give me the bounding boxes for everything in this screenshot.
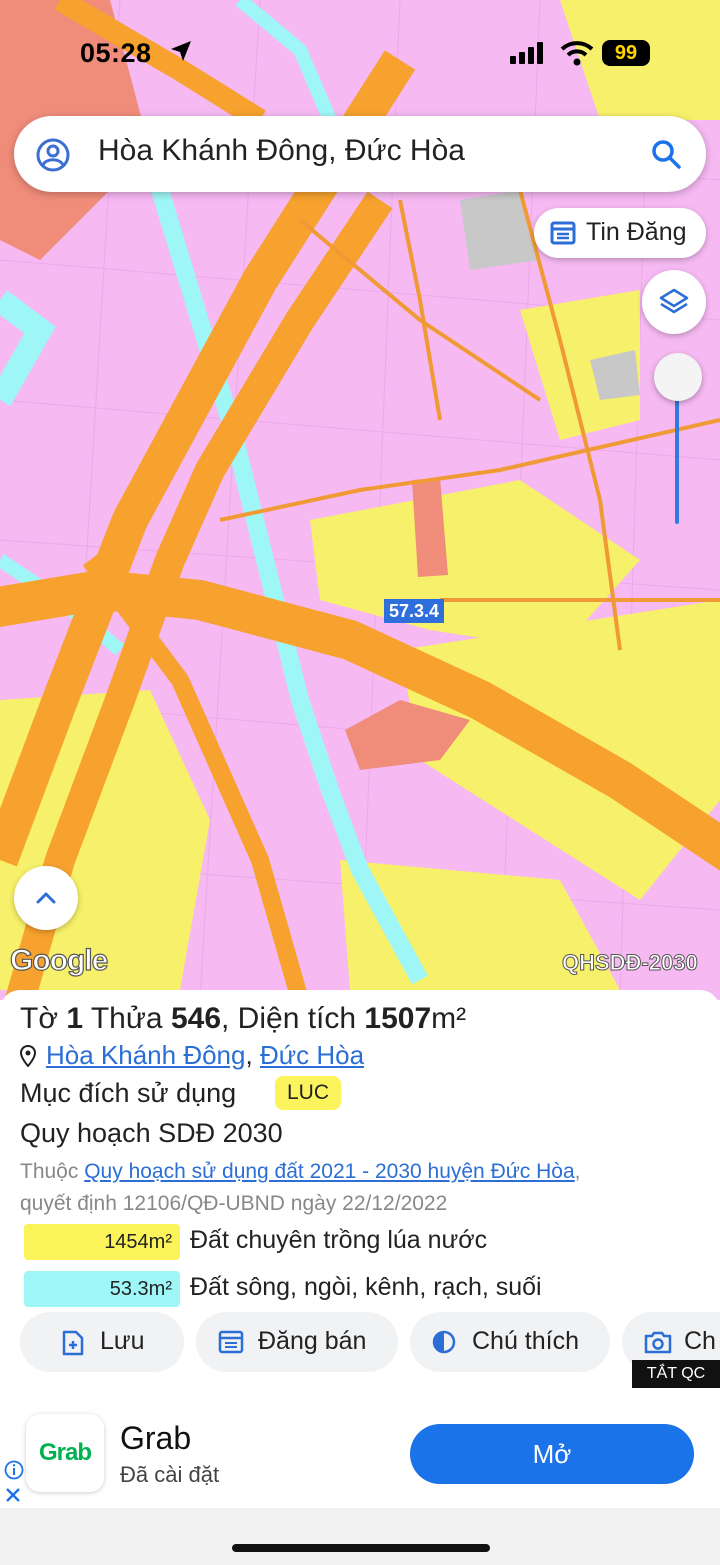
location-arrow-icon: [171, 41, 191, 61]
land-use-purpose-label: Mục đích sử dụng: [20, 1078, 237, 1108]
usage-row: 1454m² Đất chuyên trồng lúa nước: [24, 1224, 714, 1264]
camera-icon: [644, 1331, 672, 1354]
chevron-up-icon: [36, 892, 56, 904]
plan-desc-suffix: ,: [574, 1160, 581, 1183]
district-link[interactable]: Đức Hòa: [260, 1040, 364, 1070]
cellular-signal-icon: [510, 42, 543, 64]
listings-button[interactable]: Tin Đăng: [534, 208, 706, 258]
plan-desc-prefix: Thuộc: [20, 1160, 79, 1183]
plot-number: 546: [170, 1002, 222, 1035]
save-label: Lưu: [100, 1327, 145, 1355]
plot-label: Thửa: [90, 1002, 163, 1035]
layers-icon: [659, 288, 689, 314]
camera-label: Ch: [684, 1327, 716, 1355]
home-indicator-area: [0, 1508, 720, 1565]
search-icon[interactable]: [650, 138, 682, 170]
user-profile-icon[interactable]: [36, 138, 70, 172]
sheet-number: 1: [66, 1002, 84, 1035]
parcel-location: Hòa Khánh Đông, Đức Hòa: [19, 1040, 364, 1071]
location-separator: ,: [245, 1040, 253, 1070]
ad-info-icon[interactable]: [4, 1460, 24, 1480]
legend-button[interactable]: Chú thích: [410, 1312, 610, 1372]
selected-parcel-label[interactable]: 57.3.4: [384, 599, 444, 623]
land-use-code-badge: LUC: [275, 1076, 342, 1110]
close-ad-button[interactable]: TẮT QC: [632, 1360, 720, 1388]
usage-area-swatch: 1454m²: [24, 1224, 180, 1260]
listings-label: Tin Đăng: [586, 218, 687, 246]
ad-app-status: Đã cài đặt: [120, 1462, 220, 1487]
parcel-info-panel: Tờ 1 Thửa 546, Diện tích 1507m² Hòa Khán…: [0, 990, 720, 1410]
usage-area-swatch: 53.3m²: [24, 1271, 180, 1307]
post-for-sale-button[interactable]: Đăng bán: [196, 1312, 398, 1372]
save-add-icon: [62, 1330, 84, 1356]
legend-label: Chú thích: [472, 1327, 580, 1355]
usage-row: 53.3m² Đất sông, ngòi, kênh, rạch, suối: [24, 1271, 714, 1311]
app-logo: Grab: [26, 1414, 104, 1492]
action-bar: Lưu Đăng bán Chú thích Ch: [0, 1312, 720, 1372]
status-time: 05:28: [80, 38, 152, 68]
area-label: , Diện tích: [221, 1002, 357, 1035]
save-button[interactable]: Lưu: [20, 1312, 184, 1372]
ad-banner[interactable]: Grab Grab Đã cài đặt Mở: [0, 1410, 720, 1508]
search-input[interactable]: Hòa Khánh Đông, Đức Hòa: [98, 134, 465, 168]
plan-description: Thuộc Quy hoạch sử dụng đất 2021 - 2030 …: [20, 1156, 710, 1220]
parcel-title: Tờ 1 Thửa 546, Diện tích 1507m²: [20, 1002, 466, 1036]
list-calendar-icon: [218, 1330, 244, 1354]
plan-title: Quy hoạch SDĐ 2030: [20, 1118, 283, 1148]
expand-panel-button[interactable]: [14, 866, 78, 930]
wifi-icon: [560, 41, 594, 66]
open-app-button[interactable]: Mở: [410, 1424, 694, 1484]
usage-label: Đất chuyên trồng lúa nước: [190, 1226, 488, 1254]
list-calendar-icon: [550, 221, 576, 245]
map-layer-code: QHSDĐ-2030: [562, 950, 699, 976]
usage-label: Đất sông, ngòi, kênh, rạch, suối: [190, 1273, 542, 1301]
opacity-slider-handle[interactable]: [654, 353, 702, 401]
battery-indicator: 99: [602, 40, 650, 66]
ad-app-name: Grab: [120, 1420, 192, 1456]
commune-link[interactable]: Hòa Khánh Đông: [46, 1040, 245, 1070]
area-unit: m²: [431, 1002, 467, 1035]
plan-document-link[interactable]: Quy hoạch sử dụng đất 2021 - 2030 huyện …: [84, 1160, 574, 1183]
layers-button[interactable]: [642, 270, 706, 334]
google-logo: Google: [9, 943, 109, 977]
contrast-icon: [432, 1330, 456, 1354]
ad-close-icon[interactable]: [4, 1486, 22, 1504]
post-for-sale-label: Đăng bán: [258, 1327, 367, 1355]
plan-decision: quyết định 12106/QĐ-UBND ngày 22/12/2022: [20, 1192, 448, 1215]
search-bar[interactable]: Hòa Khánh Đông, Đức Hòa: [14, 116, 706, 192]
home-indicator[interactable]: [232, 1544, 490, 1552]
sheet-label: Tờ: [20, 1002, 58, 1035]
status-bar: 05:28 99: [0, 28, 720, 78]
area-value: 1507: [364, 1002, 432, 1035]
location-pin-icon: [19, 1044, 37, 1068]
